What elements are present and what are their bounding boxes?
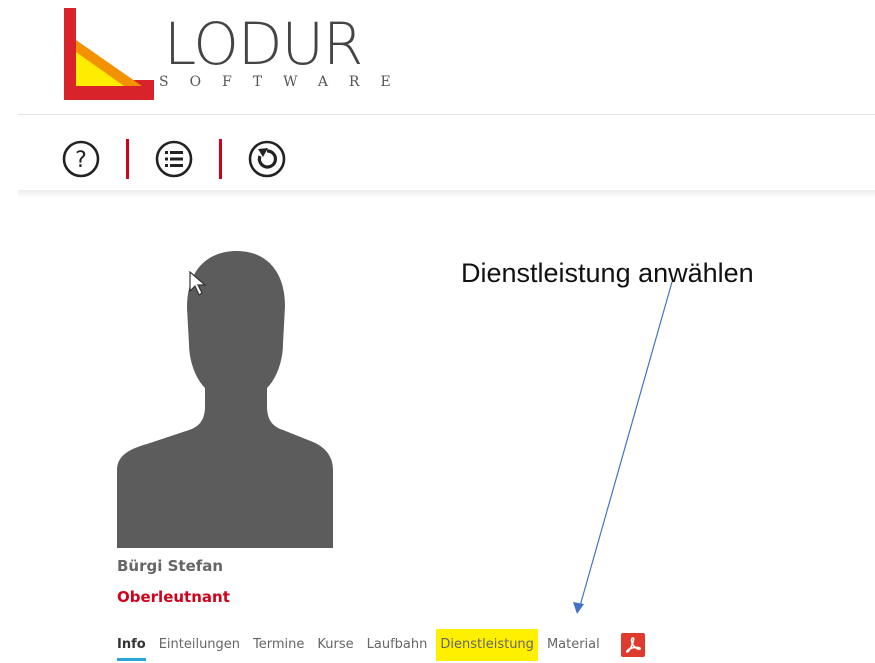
- pdf-button[interactable]: [620, 633, 645, 657]
- tab-dienstleistung[interactable]: Dienstleistung: [436, 629, 538, 661]
- toolbar-separator: [126, 139, 129, 179]
- list-button[interactable]: [153, 138, 195, 180]
- tab-laufbahn[interactable]: Laufbahn: [367, 629, 428, 661]
- svg-text:?: ?: [75, 148, 87, 173]
- annotation-text: Dienstleistung anwählen: [461, 258, 754, 288]
- logo-mark-icon: [64, 8, 154, 100]
- logo-subtitle: SOFTWARE: [159, 74, 412, 90]
- mouse-cursor-icon: [189, 271, 207, 296]
- toolbar-shadow: [18, 190, 875, 198]
- lodur-logo: LODUR SOFTWARE: [44, 8, 424, 108]
- tab-kurse[interactable]: Kurse: [317, 629, 353, 661]
- pdf-icon: [625, 637, 641, 653]
- help-icon: ?: [62, 140, 100, 178]
- tab-material[interactable]: Material: [547, 629, 600, 661]
- logo-wordmark: LODUR: [164, 10, 363, 78]
- toolbar: ?: [60, 136, 288, 182]
- avatar: [117, 251, 333, 548]
- tab-termine[interactable]: Termine: [253, 629, 304, 661]
- tab-einteilungen[interactable]: Einteilungen: [159, 629, 240, 661]
- person-name: Bürgi Stefan: [117, 557, 224, 575]
- refresh-button[interactable]: [246, 138, 288, 180]
- list-icon: [155, 140, 193, 178]
- refresh-icon: [248, 140, 286, 178]
- profile-tabs: Info Einteilungen Termine Kurse Laufbahn…: [117, 628, 645, 662]
- tab-info[interactable]: Info: [117, 629, 146, 661]
- person-rank: Oberleutnant: [117, 588, 230, 606]
- toolbar-separator: [219, 139, 222, 179]
- header-divider: [18, 114, 875, 115]
- help-button[interactable]: ?: [60, 138, 102, 180]
